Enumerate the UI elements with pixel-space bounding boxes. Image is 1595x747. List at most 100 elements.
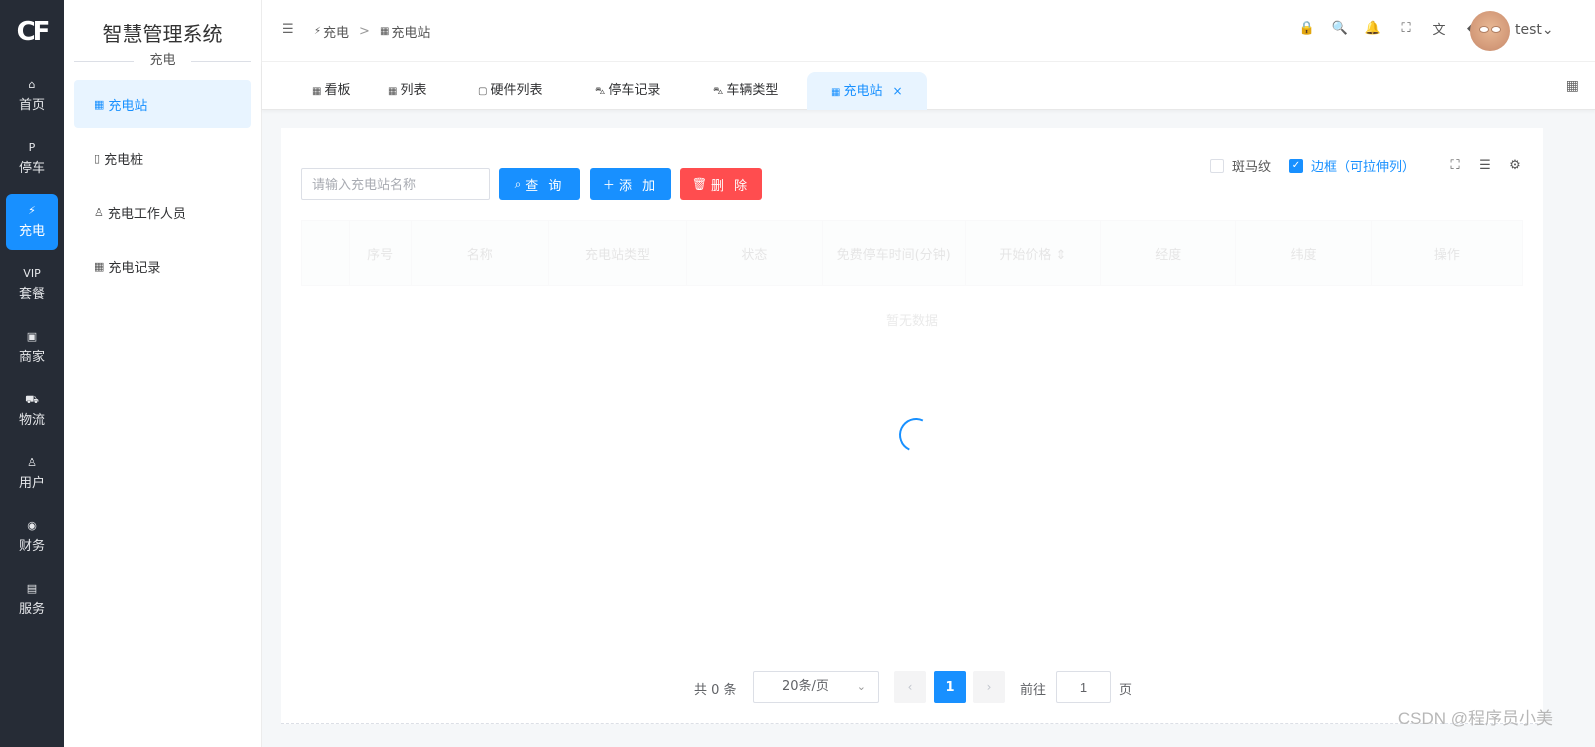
table-options: 斑马纹 ✓ 边框（可拉伸列） ⛶ ☰ ⚙ — [1209, 156, 1523, 175]
sidebar-item-label: 充电桩 — [104, 152, 144, 168]
trash-icon: 🗑 — [691, 177, 708, 191]
bell-icon[interactable]: 🔔 — [1365, 20, 1381, 36]
column-settings-icon[interactable]: ☰ — [1477, 158, 1493, 173]
rail-label: 商家 — [18, 350, 45, 365]
rail-item-service[interactable]: ▤ 服务 — [6, 572, 58, 628]
add-button[interactable]: ＋添 加 — [590, 168, 671, 200]
plus-icon: ＋ — [602, 177, 615, 192]
search-icon: ⌕ — [514, 176, 522, 191]
rail-item-finance[interactable]: ◉ 财务 — [6, 509, 58, 565]
select-all-checkbox[interactable] — [302, 221, 350, 285]
stripe-label: 斑马纹 — [1231, 160, 1271, 175]
sidebar-item-label: 充电记录 — [108, 260, 161, 276]
tab-bar: ▦ 看板 ▦ 列表 ▢ 硬件列表 ⛍ 停车记录 ⛍ 车辆类型 ▦ 充电站 × ▦ — [262, 62, 1595, 110]
sidebar-item-charging-staff[interactable]: ♙ 充电工作人员 — [74, 188, 251, 236]
breadcrumb-separator: > — [359, 24, 370, 39]
total-count: 共 0 条 — [694, 683, 737, 698]
data-table: 序号 名称 充电站类型 状态 免费停车时间(分钟) 开始价格 ⇕ 经度 纬度 操… — [301, 220, 1523, 329]
breadcrumb-item-charging[interactable]: 充电 — [323, 22, 349, 41]
column-header: 经度 — [1101, 221, 1237, 285]
stripe-checkbox[interactable]: 斑马纹 — [1209, 156, 1271, 175]
column-header-sortable[interactable]: 开始价格 ⇕ — [966, 221, 1102, 285]
system-title: 智慧管理系统 — [102, 22, 223, 46]
tab-hardware-list[interactable]: ▢ 硬件列表 — [478, 72, 542, 110]
app-logo: CF — [16, 17, 51, 47]
document-icon: ▢ — [478, 86, 488, 97]
watermark: CSDN @程序员小美 — [1397, 709, 1553, 728]
fullscreen-icon[interactable]: ⛶ — [1447, 158, 1463, 173]
sidebar-item-charging-station[interactable]: ▦ 充电站 — [74, 80, 251, 128]
translate-icon[interactable]: 文 — [1431, 20, 1447, 38]
sidebar-item-label: 充电工作人员 — [107, 206, 186, 222]
column-header: 名称 — [412, 221, 549, 285]
avatar[interactable] — [1470, 11, 1510, 51]
tab-dashboard[interactable]: ▦ 看板 — [312, 72, 350, 110]
car-icon: ⛍ — [595, 86, 606, 97]
user-icon: ♙ — [27, 456, 37, 469]
grid-icon: ▦ — [831, 87, 841, 98]
border-checkbox[interactable]: ✓ 边框（可拉伸列） — [1288, 156, 1415, 175]
column-header: 充电站类型 — [549, 221, 688, 285]
rail-item-logistics[interactable]: ⛟ 物流 — [6, 383, 58, 439]
finance-icon: ◉ — [27, 519, 37, 532]
query-button[interactable]: ⌕ 查 询 — [499, 168, 580, 200]
chevron-down-icon: ⌄ — [856, 680, 866, 693]
loading-spinner-icon — [894, 413, 938, 457]
rail-item-charging[interactable]: ⚡ 充电 — [6, 194, 58, 250]
fullscreen-icon[interactable]: ⛶ — [1398, 20, 1414, 36]
rail-item-user[interactable]: ♙ 用户 — [6, 446, 58, 502]
tab-parking-records[interactable]: ⛍ 停车记录 — [595, 72, 660, 110]
page-size-select[interactable]: 20条/页 ⌄ — [753, 671, 879, 703]
rail-item-parking[interactable]: P 停车 — [6, 131, 58, 187]
rail-item-merchant[interactable]: ▣ 商家 — [6, 320, 58, 376]
column-header: 纬度 — [1236, 221, 1372, 285]
charging-icon: ⚡ — [28, 204, 36, 217]
lock-icon[interactable]: 🔒 — [1299, 20, 1315, 36]
delete-button[interactable]: 🗑 删 除 — [680, 168, 762, 200]
rail-label: 用户 — [18, 476, 45, 491]
collapse-menu-icon[interactable]: ☰ — [282, 22, 294, 37]
home-icon: ⌂ — [28, 78, 36, 91]
grid-icon: ▦ — [312, 86, 322, 97]
tab-label: 车辆类型 — [726, 83, 779, 98]
content-card: ⌕查 询 ＋添 加 🗑删 除 斑马纹 ✓ 边框（可拉伸列） ⛶ ☰ ⚙ 序号 名称… — [281, 128, 1543, 724]
tab-label: 硬件列表 — [490, 83, 543, 98]
apps-grid-icon[interactable]: ▦ — [1566, 78, 1579, 94]
add-button-label: 添 加 — [618, 178, 659, 194]
gear-icon[interactable]: ⚙ — [1507, 158, 1523, 173]
sidebar-item-charging-pile[interactable]: ▯ 充电桩 — [74, 134, 251, 182]
rail-item-package[interactable]: VIP 套餐 — [6, 257, 58, 313]
column-header: 状态 — [687, 221, 823, 285]
next-page-button[interactable]: › — [973, 671, 1005, 703]
user-menu[interactable]: test⌄ — [1515, 22, 1554, 38]
checkbox-box — [1209, 158, 1224, 173]
service-icon: ▤ — [26, 582, 38, 595]
pagination: 共 0 条 20条/页 ⌄ ‹ 1 › 前往 页 — [281, 671, 1543, 703]
tab-list[interactable]: ▦ 列表 — [388, 72, 426, 110]
border-label: 边框（可拉伸列） — [1310, 160, 1415, 175]
rail-label: 充电 — [18, 224, 45, 239]
tab-label: 列表 — [400, 83, 427, 98]
tab-label: 充电站 — [843, 84, 883, 99]
grid-icon: ▦ — [94, 97, 105, 111]
station-name-search-input[interactable] — [301, 168, 490, 200]
page-number-button[interactable]: 1 — [934, 671, 966, 703]
sidebar-item-charging-records[interactable]: ▦ 充电记录 — [74, 242, 251, 290]
close-icon[interactable]: × — [892, 84, 902, 98]
chevron-down-icon: ⌄ — [1541, 22, 1554, 38]
grid-icon: ▦ — [379, 26, 390, 37]
breadcrumb-item-station: 充电站 — [391, 26, 431, 41]
sidebar-section-title: 充电 — [64, 50, 261, 72]
tab-vehicle-types[interactable]: ⛍ 车辆类型 — [713, 72, 778, 110]
empty-state: 暂无数据 — [885, 314, 938, 329]
tab-charging-station[interactable]: ▦ 充电站 × — [807, 72, 927, 110]
shop-icon: ▣ — [26, 330, 38, 343]
sidebar: 智慧管理系统 充电 ▦ 充电站 ▯ 充电桩 ♙ 充电工作人员 ▦ 充电记录 — [64, 0, 262, 747]
rail-label: 首页 — [18, 98, 45, 113]
rail-item-home[interactable]: ⌂ 首页 — [6, 68, 58, 124]
column-header: 操作 — [1433, 247, 1460, 263]
prev-page-button[interactable]: ‹ — [894, 671, 926, 703]
goto-page-input[interactable] — [1056, 671, 1111, 703]
search-icon[interactable]: 🔍 — [1332, 20, 1348, 36]
top-header: ☰ ⚡ 充电 > ▦ 充电站 🔒 🔍 🔔 ⛶ 文 ⬖ ↻ test⌄ — [262, 0, 1595, 62]
